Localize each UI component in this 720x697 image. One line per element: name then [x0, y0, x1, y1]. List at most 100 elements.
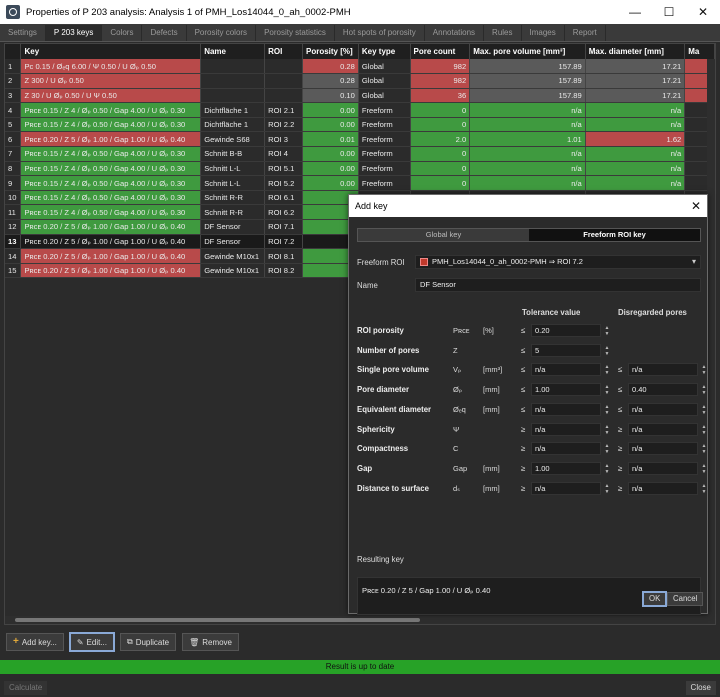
tolerance-spinbox[interactable]: n/a ▲ ▼: [531, 363, 609, 377]
spin-arrows-icon[interactable]: ▲ ▼: [699, 443, 709, 455]
tab-rules[interactable]: Rules: [484, 25, 522, 41]
column-header[interactable]: Porosity [%]: [302, 44, 359, 59]
duplicate-icon: ⧉: [126, 637, 133, 646]
disregarded-value: n/a: [632, 365, 643, 375]
spin-arrows-icon[interactable]: ▲ ▼: [699, 483, 709, 495]
spin-arrows-icon[interactable]: ▲ ▼: [602, 404, 612, 416]
spin-arrows-icon[interactable]: ▲ ▼: [602, 483, 612, 495]
porosity-cell: 0.10: [302, 88, 359, 104]
disregarded-spinbox[interactable]: n/a ▲ ▼: [628, 442, 706, 456]
column-header[interactable]: Max. pore volume [mm³]: [469, 44, 586, 59]
scroll-thumb[interactable]: [15, 618, 420, 622]
param-unit: [mm³]: [483, 365, 503, 375]
porosity-cell: 0.00: [302, 146, 359, 162]
table-row[interactable]: 8 Pʀᴄᴇ 0.15 / Z 4 / Øₚ 0.50 / Gap 4.00 / …: [5, 161, 715, 177]
pore-count-cell: 982: [410, 59, 471, 75]
tab-p-203-keys[interactable]: P 203 keys: [45, 25, 103, 41]
tolerance-spinbox[interactable]: 0.20 ▲ ▼: [531, 324, 609, 337]
column-header[interactable]: Max. diameter [mm]: [585, 44, 686, 59]
tolerance-spinbox[interactable]: n/a ▲ ▼: [531, 442, 609, 456]
add-key-button[interactable]: + Add key...: [6, 633, 64, 651]
global-key-option[interactable]: Global key: [358, 229, 529, 241]
param-unit: [%]: [483, 326, 494, 335]
edit-button[interactable]: ✎ Edit...: [68, 632, 115, 652]
roi-cell: ROI 2.2: [264, 117, 303, 133]
table-row[interactable]: 1 Pᴄ 0.15 / Øₑq 6.00 / Ψ 0.50 / U Øₚ 0.50…: [5, 59, 715, 75]
spin-arrows-icon[interactable]: ▲ ▼: [602, 384, 612, 396]
column-header[interactable]: Key: [20, 44, 202, 59]
tab-colors[interactable]: Colors: [102, 25, 143, 41]
close-icon[interactable]: ✕: [686, 5, 720, 19]
column-header[interactable]: [5, 44, 22, 59]
name-cell: Gewinde M10x1: [200, 248, 266, 264]
edit-label: Edit...: [86, 637, 107, 647]
roi-cell: ROI 2.1: [264, 102, 303, 118]
spin-arrows-icon[interactable]: ▲ ▼: [602, 424, 612, 436]
roi-cell: [264, 73, 303, 89]
porosity-cell: 0.00: [302, 161, 359, 177]
spin-arrows-icon[interactable]: ▲ ▼: [699, 404, 709, 416]
tolerance-spinbox[interactable]: n/a ▲ ▼: [531, 402, 609, 416]
column-header[interactable]: Pore count: [410, 44, 471, 59]
minimize-icon[interactable]: —: [618, 5, 652, 19]
name-label: Name: [357, 280, 378, 290]
disregarded-spinbox[interactable]: n/a ▲ ▼: [628, 402, 706, 416]
tab-porosity-statistics[interactable]: Porosity statistics: [256, 25, 335, 41]
duplicate-button[interactable]: ⧉ Duplicate: [119, 633, 177, 651]
close-button[interactable]: Close: [685, 681, 716, 695]
freeform-roi-key-option[interactable]: Freeform ROI key: [529, 229, 700, 241]
table-row[interactable]: 9 Pʀᴄᴇ 0.15 / Z 4 / Øₚ 0.50 / Gap 4.00 / …: [5, 175, 715, 191]
spin-arrows-icon[interactable]: ▲ ▼: [699, 384, 709, 396]
tolerance-spinbox[interactable]: n/a ▲ ▼: [531, 422, 609, 436]
table-row[interactable]: 2Z 300 / U Øₚ 0.50 0.28 Global 982 157.89 17.…: [5, 73, 715, 89]
spin-arrows-icon[interactable]: ▲ ▼: [602, 463, 612, 475]
table-row[interactable]: 6 Pʀᴄᴇ 0.20 / Z 5 / Øₚ 1.00 / Gap 1.00 / …: [5, 131, 715, 148]
table-row[interactable]: 5 Pʀᴄᴇ 0.15 / Z 4 / Øₚ 0.50 / Gap 4.00 / …: [5, 117, 715, 133]
table-row[interactable]: 4 Pʀᴄᴇ 0.15 / Z 4 / Øₚ 0.50 / Gap 4.00 / …: [5, 102, 715, 118]
remove-button[interactable]: 🗑 Remove: [182, 633, 240, 651]
tab-settings[interactable]: Settings: [0, 25, 46, 41]
disregarded-spinbox[interactable]: n/a ▲ ▼: [628, 481, 706, 495]
tab-annotations[interactable]: Annotations: [424, 25, 485, 41]
spin-arrows-icon[interactable]: ▲ ▼: [602, 325, 612, 337]
horizontal-scrollbar[interactable]: [5, 616, 715, 624]
tab-images[interactable]: Images: [521, 25, 565, 41]
spin-arrows-icon[interactable]: ▲ ▼: [699, 424, 709, 436]
spin-arrows-icon[interactable]: ▲ ▼: [602, 345, 612, 357]
calculate-button[interactable]: Calculate: [4, 681, 48, 695]
column-header[interactable]: Key type: [358, 44, 411, 59]
roi-icon: [420, 258, 428, 266]
roi-select[interactable]: PMH_Los14044_0_ah_0002-PMH ⇒ ROI 7.2 ▾: [415, 255, 701, 269]
column-header[interactable]: Ma: [684, 44, 715, 59]
tolerance-spinbox[interactable]: 5 ▲ ▼: [531, 343, 609, 357]
cancel-button[interactable]: Cancel: [667, 592, 704, 606]
table-row[interactable]: 7 Pʀᴄᴇ 0.15 / Z 4 / Øₚ 0.50 / Gap 4.00 / …: [5, 146, 715, 162]
tolerance-spinbox[interactable]: n/a ▲ ▼: [531, 481, 609, 495]
param-symbol: Ψ: [453, 424, 460, 434]
table-row[interactable]: 3Z 30 / U Øₚ 0.50 / U Ψ 0.50 0.10 Global 36…: [5, 88, 715, 104]
name-input[interactable]: DF Sensor: [415, 278, 701, 292]
dialog-close-icon[interactable]: ✕: [691, 199, 701, 213]
tab-defects[interactable]: Defects: [142, 25, 187, 41]
tolerance-spinbox[interactable]: 1.00 ▲ ▼: [531, 461, 609, 475]
max-diameter-cell: n/a: [585, 117, 686, 133]
tab-hot-spots-of-porosity[interactable]: Hot spots of porosity: [334, 25, 425, 41]
disregarded-spinbox[interactable]: n/a ▲ ▼: [628, 363, 706, 377]
spin-arrows-icon[interactable]: ▲ ▼: [699, 463, 709, 475]
porosity-cell: 0.01: [302, 131, 359, 148]
spin-arrows-icon[interactable]: ▲ ▼: [602, 443, 612, 455]
spin-arrows-icon[interactable]: ▲ ▼: [602, 364, 612, 376]
tab-report[interactable]: Report: [564, 25, 606, 41]
column-header[interactable]: ROI: [264, 44, 303, 59]
spin-arrows-icon[interactable]: ▲ ▼: [699, 364, 709, 376]
maximize-icon[interactable]: ☐: [652, 5, 686, 19]
disregarded-spinbox[interactable]: 0.40 ▲ ▼: [628, 383, 706, 397]
ok-button[interactable]: OK: [641, 591, 668, 607]
tolerance-spinbox[interactable]: 1.00 ▲ ▼: [531, 383, 609, 397]
param-name: Compactness: [357, 444, 409, 454]
disregarded-spinbox[interactable]: n/a ▲ ▼: [628, 461, 706, 475]
vertical-scrollbar[interactable]: [707, 59, 715, 619]
tab-porosity-colors[interactable]: Porosity colors: [186, 25, 257, 41]
column-header[interactable]: Name: [200, 44, 266, 59]
disregarded-spinbox[interactable]: n/a ▲ ▼: [628, 422, 706, 436]
